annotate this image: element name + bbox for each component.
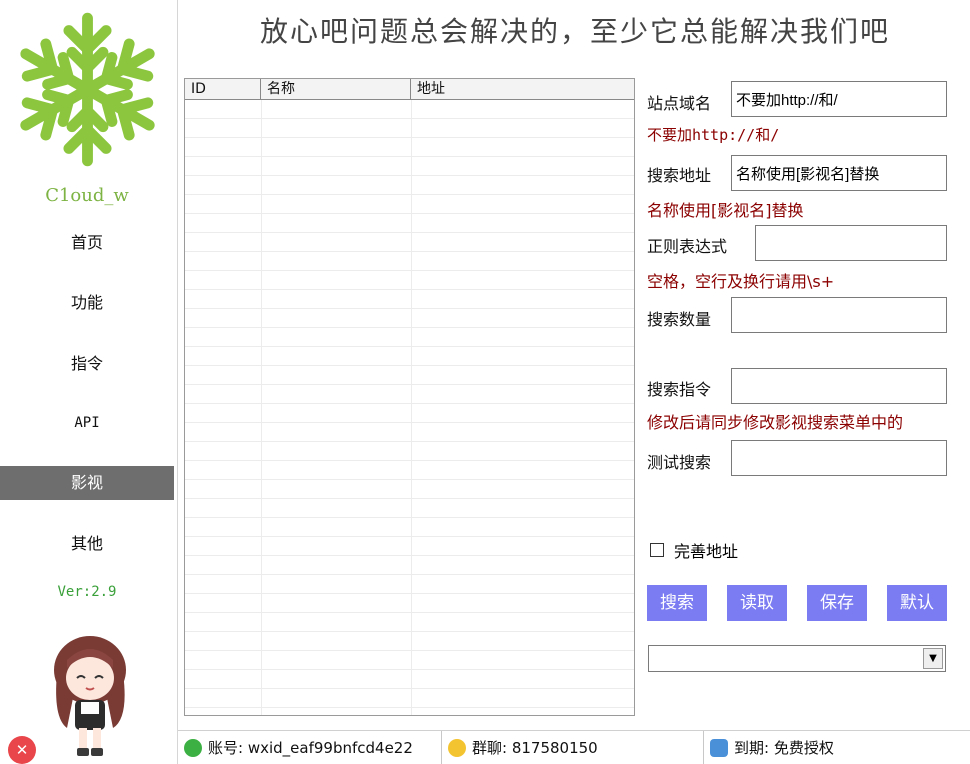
complete-address-label: 完善地址 bbox=[674, 542, 739, 561]
status-group: 群聊: 817580150 bbox=[442, 730, 704, 764]
column-header-address[interactable]: 地址 bbox=[411, 79, 634, 99]
table-body[interactable] bbox=[185, 100, 634, 715]
result-select[interactable]: ▼ bbox=[648, 645, 946, 672]
test-input[interactable] bbox=[731, 440, 947, 476]
count-label: 搜索数量 bbox=[647, 310, 712, 329]
search-url-label: 搜索地址 bbox=[647, 166, 712, 185]
group-text: 群聊: 817580150 bbox=[472, 739, 598, 757]
star-icon bbox=[448, 738, 466, 757]
command-input[interactable] bbox=[731, 368, 947, 404]
expiry-text: 到期: 免费授权 bbox=[734, 739, 834, 757]
read-button[interactable]: 读取 bbox=[727, 585, 787, 621]
user-icon bbox=[710, 738, 728, 757]
brand-name: C1oud_w bbox=[45, 185, 129, 206]
sidebar: C1oud_w 首页 功能 指令 API 影视 其他 Ver:2.9 ✕ bbox=[0, 0, 178, 764]
complete-address-checkbox[interactable] bbox=[650, 543, 664, 557]
test-label: 测试搜索 bbox=[647, 453, 712, 472]
count-input[interactable] bbox=[731, 297, 947, 333]
sidebar-item-home[interactable]: 首页 bbox=[0, 226, 174, 260]
default-button[interactable]: 默认 bbox=[887, 585, 947, 621]
column-header-id[interactable]: ID bbox=[185, 79, 261, 99]
version-label: Ver:2.9 bbox=[57, 584, 117, 600]
chevron-down-icon[interactable]: ▼ bbox=[923, 648, 943, 669]
sidebar-item-commands[interactable]: 指令 bbox=[0, 347, 174, 381]
save-button[interactable]: 保存 bbox=[807, 585, 867, 621]
snowflake-logo-icon bbox=[10, 12, 165, 167]
command-label: 搜索指令 bbox=[647, 380, 712, 399]
domain-hint: 不要加http://和/ bbox=[647, 126, 780, 144]
status-expiry: 到期: 免费授权 bbox=[704, 730, 970, 764]
mascot-image bbox=[54, 636, 126, 756]
domain-input[interactable] bbox=[731, 81, 947, 117]
search-button[interactable]: 搜索 bbox=[647, 585, 707, 621]
app-window: C1oud_w 首页 功能 指令 API 影视 其他 Ver:2.9 ✕ 放心吧… bbox=[0, 0, 970, 764]
regex-hint: 空格，空行及换行请用\s+ bbox=[647, 272, 835, 291]
search-url-hint: 名称使用[影视名]替换 bbox=[647, 201, 804, 220]
sidebar-item-features[interactable]: 功能 bbox=[0, 286, 174, 320]
column-header-name[interactable]: 名称 bbox=[261, 79, 411, 99]
search-url-input[interactable] bbox=[731, 155, 947, 191]
sidebar-item-api[interactable]: API bbox=[0, 406, 174, 440]
table-header: ID 名称 地址 bbox=[185, 79, 634, 100]
sidebar-item-other[interactable]: 其他 bbox=[0, 527, 174, 561]
domain-label: 站点域名 bbox=[647, 94, 712, 113]
page-title: 放心吧问题总会解决的，至少它总能解决我们吧 bbox=[259, 15, 890, 48]
account-text: 账号: wxid_eaf99bnfcd4e22 bbox=[208, 739, 413, 757]
complete-address-option[interactable]: 完善地址 bbox=[650, 538, 738, 562]
regex-label: 正则表达式 bbox=[647, 237, 728, 256]
command-hint: 修改后请同步修改影视搜索菜单中的 bbox=[647, 413, 904, 432]
sidebar-item-video[interactable]: 影视 bbox=[0, 466, 174, 500]
regex-input[interactable] bbox=[755, 225, 947, 261]
sites-table[interactable]: ID 名称 地址 bbox=[184, 78, 635, 716]
check-icon bbox=[184, 738, 202, 757]
status-account: 账号: wxid_eaf99bnfcd4e22 bbox=[178, 730, 442, 764]
close-icon[interactable]: ✕ bbox=[8, 736, 36, 764]
